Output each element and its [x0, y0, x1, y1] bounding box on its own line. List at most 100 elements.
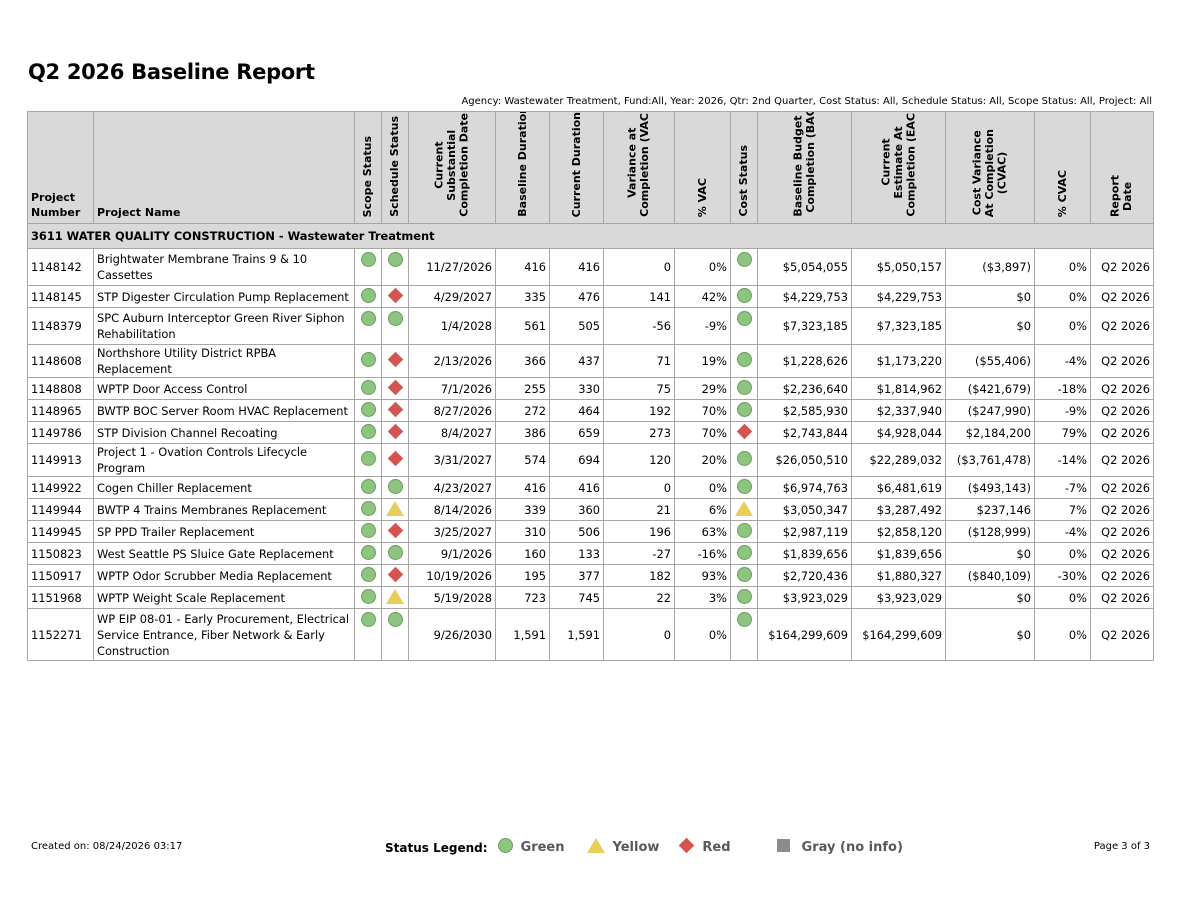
legend-yellow-label: Yellow	[612, 840, 660, 855]
table-row: 1148608 Northshore Utility District RPBA …	[27, 344, 1154, 378]
legend-gray: Gray (no info)	[776, 839, 903, 856]
pct-cvac-value: 0%	[1034, 307, 1091, 345]
bac-value: $26,050,510	[757, 443, 852, 477]
scope-status	[354, 285, 382, 308]
pct-cvac-value: 0%	[1034, 248, 1091, 286]
cvac-value: $2,184,200	[945, 421, 1035, 444]
pct-vac-value: 70%	[674, 399, 731, 422]
vac-value: -56	[603, 307, 675, 345]
pct-vac-value: -9%	[674, 307, 731, 345]
cvac-value: $0	[945, 285, 1035, 308]
triangle-icon	[386, 588, 404, 604]
triangle-icon	[735, 500, 753, 516]
triangle-icon	[386, 500, 404, 516]
header-current-duration: Current Duration	[549, 111, 604, 224]
current-duration: 437	[549, 344, 604, 378]
table-row: 1149913 Project 1 - Ovation Controls Life…	[27, 443, 1154, 477]
current-duration: 133	[549, 542, 604, 565]
pct-vac-value: 0%	[674, 476, 731, 499]
project-number: 1148379	[27, 307, 94, 345]
schedule-status	[381, 564, 409, 587]
circle-icon	[360, 401, 376, 417]
circle-icon	[360, 287, 376, 303]
circle-icon	[736, 252, 752, 267]
circle-icon	[736, 478, 752, 494]
cvac-value: $0	[945, 307, 1035, 345]
pct-cvac-value: 0%	[1034, 586, 1091, 609]
baseline-duration: 339	[495, 498, 550, 521]
baseline-duration: 272	[495, 399, 550, 422]
project-name: Cogen Chiller Replacement	[93, 476, 355, 499]
scope-status	[354, 421, 382, 444]
circle-icon	[387, 252, 403, 267]
scope-status	[354, 542, 382, 565]
completion-date: 5/19/2028	[408, 586, 496, 609]
bac-value: $164,299,609	[757, 608, 852, 661]
completion-date: 9/26/2030	[408, 608, 496, 661]
table-row: 1150917 WPTP Odor Scrubber Media Replacem…	[27, 564, 1154, 587]
legend-gray-label: Gray (no info)	[801, 840, 903, 855]
project-name: Project 1 - Ovation Controls Lifecycle P…	[93, 443, 355, 477]
circle-icon	[387, 612, 403, 627]
completion-date: 9/1/2026	[408, 542, 496, 565]
cost-status	[730, 564, 758, 587]
schedule-status	[381, 542, 409, 565]
report-date: Q2 2026	[1090, 586, 1154, 609]
circle-icon	[360, 252, 376, 267]
report-date: Q2 2026	[1090, 248, 1154, 286]
circle-icon	[736, 379, 752, 395]
header-project-name: Project Name	[93, 111, 355, 224]
schedule-status	[381, 377, 409, 400]
vac-value: 120	[603, 443, 675, 477]
vac-value: 75	[603, 377, 675, 400]
bac-value: $2,743,844	[757, 421, 852, 444]
scope-status	[354, 399, 382, 422]
eac-value: $1,814,962	[851, 377, 946, 400]
pct-cvac-value: -18%	[1034, 377, 1091, 400]
schedule-status	[381, 443, 409, 477]
baseline-duration: 1,591	[495, 608, 550, 661]
current-duration: 464	[549, 399, 604, 422]
baseline-duration: 723	[495, 586, 550, 609]
table-row: 1149944 BWTP 4 Trains Membranes Replaceme…	[27, 498, 1154, 521]
cost-status	[730, 498, 758, 521]
table-row: 1148142 Brightwater Membrane Trains 9 & 1…	[27, 248, 1154, 286]
baseline-duration: 416	[495, 476, 550, 499]
completion-date: 3/25/2027	[408, 520, 496, 543]
scope-status	[354, 608, 382, 661]
circle-icon	[360, 379, 376, 395]
pct-vac-value: 0%	[674, 608, 731, 661]
table-row: 1148145 STP Digester Circulation Pump Rep…	[27, 285, 1154, 308]
project-name: STP Division Channel Recoating	[93, 421, 355, 444]
cost-status	[730, 542, 758, 565]
project-name: WPTP Odor Scrubber Media Replacement	[93, 564, 355, 587]
diamond-icon	[387, 423, 403, 439]
project-number: 1148145	[27, 285, 94, 308]
completion-date: 10/19/2026	[408, 564, 496, 587]
report-filters: Agency: Wastewater Treatment, Fund:All, …	[461, 96, 1152, 107]
schedule-status	[381, 399, 409, 422]
schedule-status	[381, 344, 409, 378]
eac-value: $7,323,185	[851, 307, 946, 345]
legend-label: Status Legend:	[385, 840, 488, 855]
bac-value: $4,229,753	[757, 285, 852, 308]
report-date: Q2 2026	[1090, 377, 1154, 400]
baseline-duration: 574	[495, 443, 550, 477]
triangle-icon	[586, 838, 605, 857]
vac-value: 182	[603, 564, 675, 587]
project-name: SPC Auburn Interceptor Green River Sipho…	[93, 307, 355, 345]
circle-icon	[736, 352, 752, 367]
pct-cvac-value: -30%	[1034, 564, 1091, 587]
bac-value: $1,228,626	[757, 344, 852, 378]
baseline-duration: 386	[495, 421, 550, 444]
project-name: BWTP BOC Server Room HVAC Replacement	[93, 399, 355, 422]
diamond-icon	[679, 837, 695, 855]
circle-icon	[736, 544, 752, 560]
report-date: Q2 2026	[1090, 307, 1154, 345]
pct-cvac-value: -14%	[1034, 443, 1091, 477]
project-name: West Seattle PS Sluice Gate Replacement	[93, 542, 355, 565]
current-duration: 505	[549, 307, 604, 345]
group-label: 3611 WATER QUALITY CONSTRUCTION - Wastew…	[27, 223, 1154, 249]
project-name: WPTP Door Access Control	[93, 377, 355, 400]
vac-value: 0	[603, 476, 675, 499]
